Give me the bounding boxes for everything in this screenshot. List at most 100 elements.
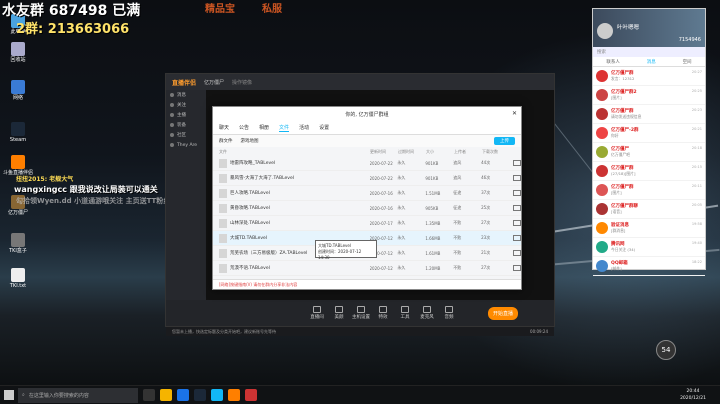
tab-files[interactable]: 文件 [279,124,290,132]
file-size: 901KB [425,160,439,166]
file-name: 巨人攻略.TABLevel [229,191,270,196]
start-icon[interactable] [4,390,14,400]
conversation-item[interactable]: 验证消息 [群消息] 19:58 [593,219,705,238]
conversation-item[interactable]: 亿万僵尸-2群 你好 20:21 [593,124,705,143]
conversation-item[interactable]: 腾讯网 今日关注 (34) 19:40 [593,238,705,257]
tab-messages[interactable]: 消息 [647,59,656,65]
notify-badge[interactable]: 54 [656,340,676,360]
col-size: 大小 [426,148,434,154]
ctrl-mic[interactable]: 麦克风 [416,306,438,320]
desktop-icon-tki[interactable]: TKI盒子 [2,233,34,254]
douyu-icon[interactable] [228,389,240,401]
taskbar-search[interactable]: ⌕ 在这里输入你要搜索的内容 [18,387,138,403]
close-icon[interactable]: ✕ [512,110,517,117]
file-exp: 永久 [397,235,406,240]
conversation-item[interactable]: QQ邮箱 [邮件] 18:22 [593,257,705,276]
conversation-item[interactable]: 亿万僵尸群 [图片] 20:11 [593,181,705,200]
tab-chat[interactable]: 聊天 [219,124,229,131]
desktop-icon-douyu[interactable]: 斗鱼直播伴侣 [2,155,34,176]
taskbar: ⌕ 在这里输入你要搜索的内容 20:44 2020/12/21 [0,385,720,404]
download-icon[interactable] [513,235,522,241]
file-up: 不败 [453,235,462,240]
side-item[interactable]: They Are [166,140,206,150]
side-item[interactable]: 关注 [166,100,206,110]
folder-icon[interactable] [160,389,172,401]
download-icon[interactable] [513,265,522,271]
overlay-hdr2: 私服 [262,4,282,15]
desktop: 此电脑 回收站 网络 Steam 斗鱼直播伴侣 亿万僵尸 TKI盒子 TKI.t… [0,0,720,385]
side-item[interactable]: 社区 [166,130,206,140]
start-live-button[interactable]: 开始直播 [488,306,519,320]
conversation-item[interactable]: 亿万僵尸群2 [图片] 20:25 [593,86,705,105]
download-icon[interactable] [513,160,522,166]
ctrl-fx[interactable]: 特效 [372,306,394,320]
file-size: 901KB [425,175,439,181]
ctrl-tools[interactable]: 工具 [394,306,416,320]
qq-group-window: 你的, 亿万僵尸群组 ✕ 聊天 公告 相册 文件 活动 设置 群文件 游戏地图 … [212,106,522,290]
file-icon [219,263,227,273]
file-row[interactable]: 巨人攻略.TABLevel 2020-07-16 永久 1.51MB 征途 37次 [213,186,522,201]
desktop-icon-network[interactable]: 网络 [2,80,34,101]
conversation-item[interactable]: 亿万僵尸 亿万僵尸吧 20:18 [593,143,705,162]
search-input[interactable]: 搜索 [593,47,705,57]
subtab-maps[interactable]: 游戏地图 [241,138,259,144]
download-icon[interactable] [513,175,522,181]
ctrl-beauty[interactable]: 美颜 [328,306,350,320]
desktop-icon-recycle[interactable]: 回收站 [2,42,34,63]
download-icon[interactable] [513,190,522,196]
avatar[interactable] [597,23,613,39]
upload-button[interactable]: 上传 [494,137,515,145]
tab-contacts[interactable]: 联系人 [606,59,620,65]
avatar [596,165,608,177]
desktop-icon-txt[interactable]: TKI.txt [2,268,34,289]
side-item[interactable]: 装备 [166,120,206,130]
browser-icon[interactable] [177,389,189,401]
file-name: 荒漠不语.TABLevel [229,266,270,271]
file-row[interactable]: 山林深处.TABLevel 2020-07-17 永久 1.35MB 不败 27次 [213,216,522,231]
side-item[interactable]: 主播 [166,110,206,120]
file-dl: 27次 [481,220,491,225]
file-up: 追风 [453,160,462,165]
file-tooltip: 大城TD.TABLevel 创建时间：2020-07-12 14:30 [315,240,377,260]
overlay-group2: 2群: 213663066 [16,22,130,37]
ctrl-host[interactable]: 主机设置 [350,306,372,320]
file-exp: 永久 [397,175,406,180]
conversation-item[interactable]: 亿万僵尸群 请勿发送违规信息 20:23 [593,105,705,124]
tab-notice[interactable]: 公告 [239,124,249,131]
steam-icon[interactable] [194,389,206,401]
avatar [596,222,608,234]
file-row[interactable]: 暴风雪-大海了大海了.TABLevel 2020-07-22 永久 901KB 追风 46… [213,171,522,186]
ctrl-audio[interactable]: 音频 [438,306,460,320]
ctrl-room[interactable]: 直播间 [306,306,328,320]
profile-name: 叶叶嗯嗯 [617,25,640,31]
file-size: 905KB [425,205,439,211]
side-item[interactable]: 消息 [166,90,206,100]
download-icon[interactable] [513,250,522,256]
avatar [596,184,608,196]
file-row[interactable]: 地雷阵攻略_TABLevel 2020-07-22 永久 901KB 追风 44次 [213,156,522,171]
clock[interactable]: 20:44 2020/12/21 [680,388,706,402]
download-icon[interactable] [513,220,522,226]
live-tab-1[interactable]: 亿万僵尸 [204,79,224,86]
conversation-item[interactable]: 亿万僵尸群 (27/18)[图片] 20:15 [593,162,705,181]
game-icon[interactable] [245,389,257,401]
avatar [596,70,608,82]
qq-icon[interactable] [211,389,223,401]
file-dl: 37次 [481,190,491,195]
download-icon[interactable] [513,205,522,211]
tab-settings[interactable]: 设置 [319,124,329,131]
conversation-item[interactable]: 亿万僵尸群 发言：12312 20:27 [593,67,705,86]
avatar [596,108,608,120]
desktop-icon-steam[interactable]: Steam [2,122,34,143]
live-tab-2[interactable]: 操作镜像 [232,79,252,86]
file-row[interactable]: 黄昏攻略.TABLevel 2020-07-16 永久 905KB 征途 25次 [213,201,522,216]
file-row[interactable]: 荒漠不语.TABLevel 2020-07-12 永久 1.20MB 不败 27次 [213,261,522,276]
subtab-files[interactable]: 群文件 [219,138,233,144]
tab-space[interactable]: 空间 [683,59,692,65]
tab-activity[interactable]: 活动 [299,124,309,131]
search-icon: ⌕ [22,392,25,398]
taskview-icon[interactable] [143,389,155,401]
tab-album[interactable]: 相册 [259,124,269,131]
conversation-item[interactable]: 亿万僵尸群聊 [语音] 20:05 [593,200,705,219]
file-icon [219,218,227,228]
